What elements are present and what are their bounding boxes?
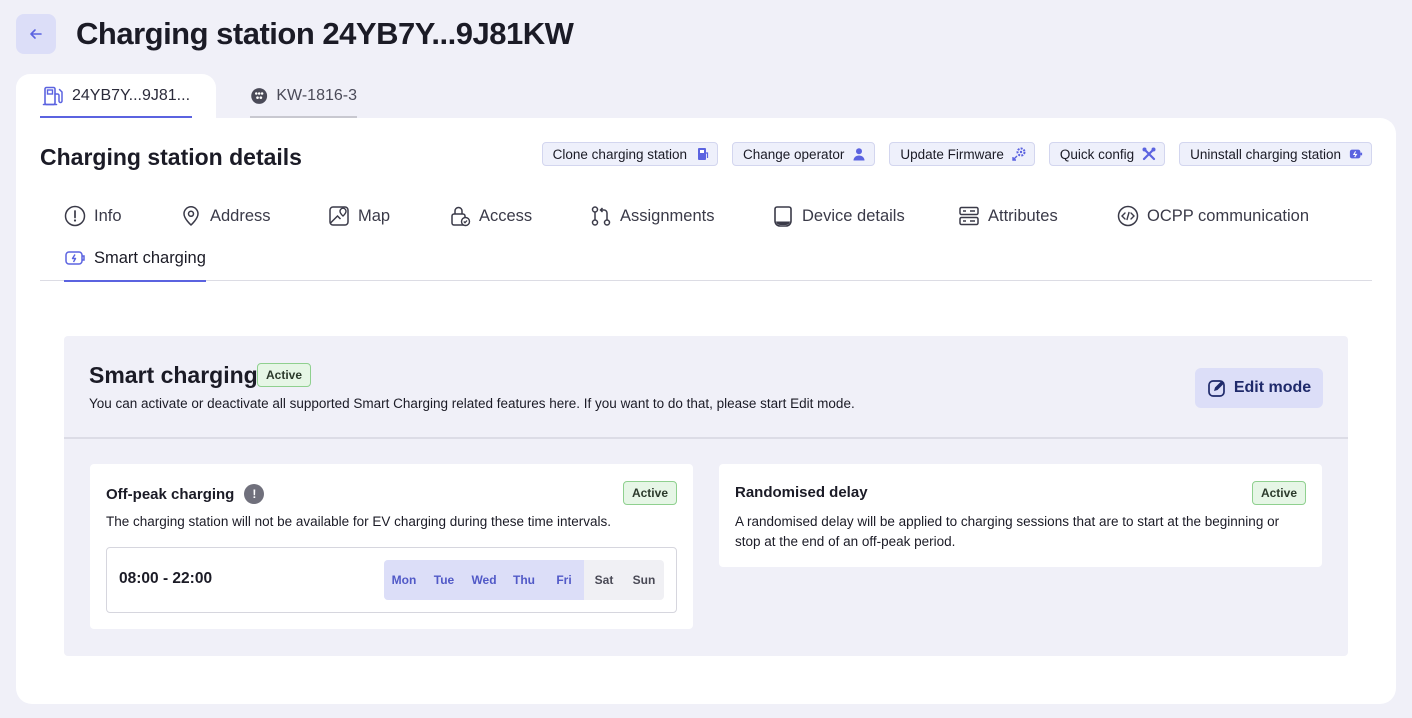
smart-charging-section: Smart charging Active You can activate o… — [64, 336, 1348, 656]
uninstall-icon — [1349, 147, 1363, 161]
quick-config-label: Quick config — [1059, 146, 1135, 162]
day-sat: Sat — [594, 573, 614, 587]
tab-info-label: Info — [94, 206, 122, 225]
edit-mode-label: Edit mode — [1233, 379, 1312, 396]
tab-attributes-label: Attributes — [988, 206, 1058, 225]
clone-station-icon — [695, 147, 709, 161]
smart-charging-icon — [65, 251, 85, 265]
day-wed: Wed — [464, 560, 504, 600]
info-icon — [64, 205, 86, 227]
location-pin-icon — [183, 206, 199, 227]
weekday-selector: Mon Tue Wed Thu Fri Sat Sun — [384, 560, 664, 600]
tab-device-details-label: Device details — [802, 206, 905, 225]
map-icon — [329, 206, 349, 226]
details-panel: Charging station details Clone charging … — [16, 118, 1396, 704]
lock-icon — [451, 206, 471, 227]
tab-address[interactable]: Address — [180, 198, 271, 234]
tab-assignments-label: Assignments — [620, 206, 715, 225]
status-badge: Active — [1251, 481, 1306, 505]
tab-access[interactable]: Access — [449, 198, 532, 234]
randomised-delay-card: Randomised delay Active A randomised del… — [719, 464, 1322, 567]
page-title: Charging station 24YB7Y...9J81KW — [76, 16, 574, 51]
change-operator-label: Change operator — [743, 146, 845, 162]
tab-connector[interactable]: KW-1816-3 — [250, 74, 357, 118]
arrow-left-icon — [30, 29, 42, 39]
status-badge: Active — [257, 363, 312, 387]
tab-smart-charging-label: Smart charging — [94, 248, 206, 267]
uninstall-station-label: Uninstall charging station — [1190, 146, 1341, 162]
details-nav: Info Address Map Access Assignments Devi… — [40, 198, 1372, 282]
attributes-icon — [959, 206, 979, 226]
off-peak-interval: 08:00 - 22:00 Mon Tue Wed Thu Fri Sat Su… — [106, 547, 677, 613]
tab-attributes[interactable]: Attributes — [958, 198, 1058, 234]
uninstall-station-button[interactable]: Uninstall charging station — [1179, 142, 1372, 166]
clone-station-label: Clone charging station — [552, 146, 687, 162]
firmware-gear-icon — [1012, 147, 1026, 161]
smart-charging-title: Smart charging — [89, 362, 258, 388]
randomised-delay-title: Randomised delay — [735, 484, 868, 501]
tab-address-label: Address — [210, 206, 271, 225]
device-icon — [774, 206, 792, 227]
off-peak-description: The charging station will not be availab… — [106, 514, 612, 529]
tab-device-details[interactable]: Device details — [772, 198, 905, 234]
tab-map[interactable]: Map — [328, 198, 390, 234]
interval-time: 08:00 - 22:00 — [119, 570, 213, 587]
exclamation-icon[interactable]: ! — [244, 484, 265, 504]
smart-charging-description: You can activate or deactivate all suppo… — [89, 396, 855, 411]
day-fri: Fri — [544, 560, 584, 600]
tab-info[interactable]: Info — [64, 198, 122, 234]
tools-icon — [1142, 147, 1156, 161]
tab-ocpp-communication-label: OCPP communication — [1147, 206, 1310, 225]
edit-mode-button[interactable]: Edit mode — [1195, 368, 1323, 408]
fuel-pump-icon — [42, 86, 63, 106]
station-id: 24YB7Y...9J81KW — [322, 16, 574, 51]
tab-map-label: Map — [358, 206, 391, 225]
off-peak-title: Off-peak charging ! — [106, 484, 265, 504]
tab-ocpp-communication[interactable]: OCPP communication — [1117, 198, 1309, 234]
code-icon — [1117, 205, 1139, 227]
randomised-delay-description: A randomised delay will be applied to ch… — [735, 514, 1280, 549]
update-firmware-button[interactable]: Update Firmware — [889, 142, 1035, 166]
day-thu: Thu — [504, 560, 544, 600]
day-sun: Sun — [632, 573, 656, 587]
clone-station-button[interactable]: Clone charging station — [541, 142, 718, 166]
tab-assignments[interactable]: Assignments — [590, 198, 714, 234]
quick-config-button[interactable]: Quick config — [1048, 142, 1166, 166]
off-peak-card: Off-peak charging ! Active The charging … — [90, 464, 693, 629]
day-tue: Tue — [424, 560, 464, 600]
tab-connector-label: KW-1816-3 — [276, 87, 357, 104]
smart-charging-header: Smart charging Active You can activate o… — [64, 336, 1348, 439]
status-badge: Active — [622, 481, 677, 505]
section-title: Charging station details — [40, 144, 302, 170]
tab-smart-charging[interactable]: Smart charging — [64, 240, 206, 282]
user-icon — [852, 147, 866, 161]
assignments-icon — [591, 206, 611, 226]
edit-icon — [1207, 380, 1225, 397]
tab-station[interactable]: 24YB7Y...9J81... — [16, 74, 216, 118]
action-bar: Clone charging station Change operator U… — [541, 142, 1372, 166]
day-mon: Mon — [384, 560, 424, 600]
change-operator-button[interactable]: Change operator — [732, 142, 876, 166]
back-button[interactable] — [16, 14, 56, 54]
tab-access-label: Access — [479, 206, 533, 225]
update-firmware-label: Update Firmware — [900, 146, 1004, 162]
ev-connector-icon — [251, 88, 268, 104]
tab-station-label: 24YB7Y...9J81... — [72, 87, 191, 104]
